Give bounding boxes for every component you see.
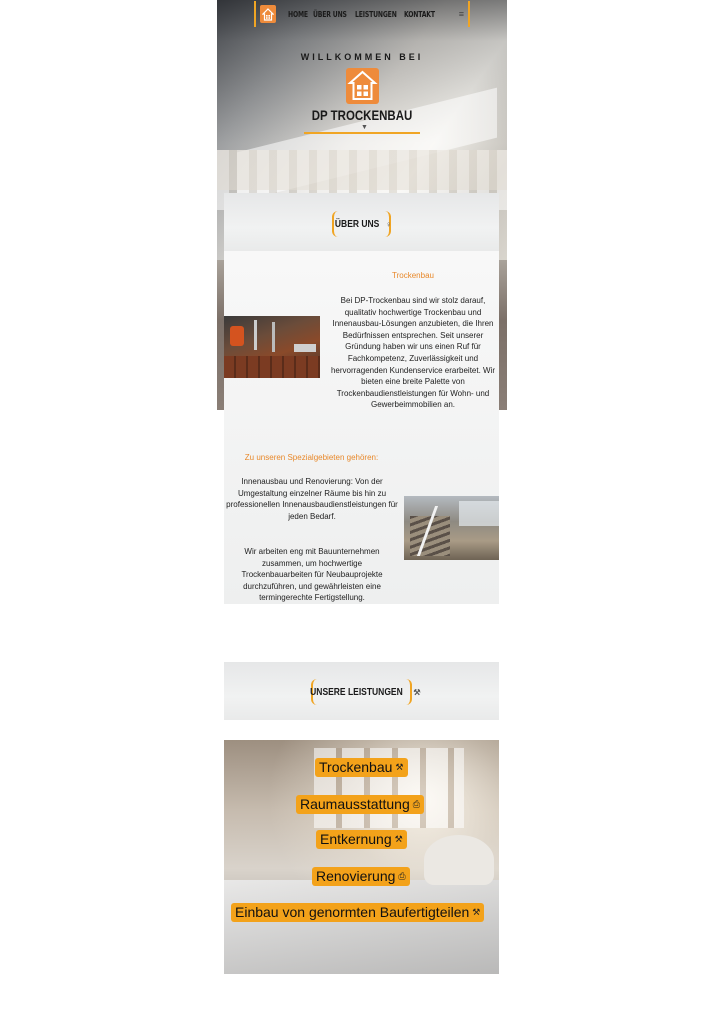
brand-underline (304, 132, 420, 134)
lightbulb-icon: ♀ (385, 219, 392, 229)
nav-kontakt[interactable]: Kontakt (404, 10, 435, 19)
specialties-title: Zu unseren Spezialgebieten gehören: (244, 453, 379, 462)
nav-leistungen[interactable]: Leistungen (355, 10, 397, 19)
service-baufertigteile-button[interactable]: Einbau von genormten Baufertigteilen ⚒ (231, 903, 485, 922)
about-text: Bei DP-Trockenbau sind wir stolz darauf,… (330, 296, 496, 410)
service-trockenbau-button[interactable]: Trockenbau ⚒ (315, 758, 408, 777)
chevron-down-icon[interactable]: ▼ (361, 124, 368, 131)
hammer-icon: ⚒ (394, 834, 403, 844)
services-heading: UNSERE LEISTUNGEN ⚒ (311, 679, 421, 705)
service-renovierung-button[interactable]: Renovierung ⎙ (312, 867, 410, 886)
specialties-text-2: Wir arbeiten eng mit Bauunternehmen zusa… (241, 547, 383, 603)
paint-icon: ⎙ (412, 799, 420, 809)
welcome-text: WILLKOMMEN BEI (300, 52, 424, 62)
tools-icon: ⚒ (413, 687, 421, 697)
house-logo-icon[interactable] (260, 5, 276, 23)
house-logo-icon (346, 68, 379, 104)
nav-home[interactable]: Home (288, 10, 308, 19)
hammer-icon: ⚒ (395, 762, 404, 772)
paint-icon: ⎙ (398, 871, 406, 881)
trockenbau-photo (224, 316, 320, 378)
hammer-icon: ⚒ (472, 907, 481, 917)
building-interior-photo (404, 496, 499, 560)
hamburger-icon[interactable]: ≡ (459, 9, 464, 19)
about-subtitle: Trockenbau (392, 271, 434, 280)
specialties-text-1: Innenausbau und Renovierung: Von der Umg… (226, 477, 398, 521)
service-raumausstattung-button[interactable]: Raumausstattung ⎙ (296, 795, 424, 814)
nav-ueber-uns[interactable]: Über uns (313, 10, 347, 19)
about-heading: ÜBER UNS ♀ (332, 211, 392, 237)
top-navigation: Home Über uns Leistungen Kontakt ≡ (254, 1, 470, 27)
service-entkernung-button[interactable]: Entkernung ⚒ (316, 830, 407, 849)
brand-title: DP TROCKENBAU (311, 107, 413, 123)
